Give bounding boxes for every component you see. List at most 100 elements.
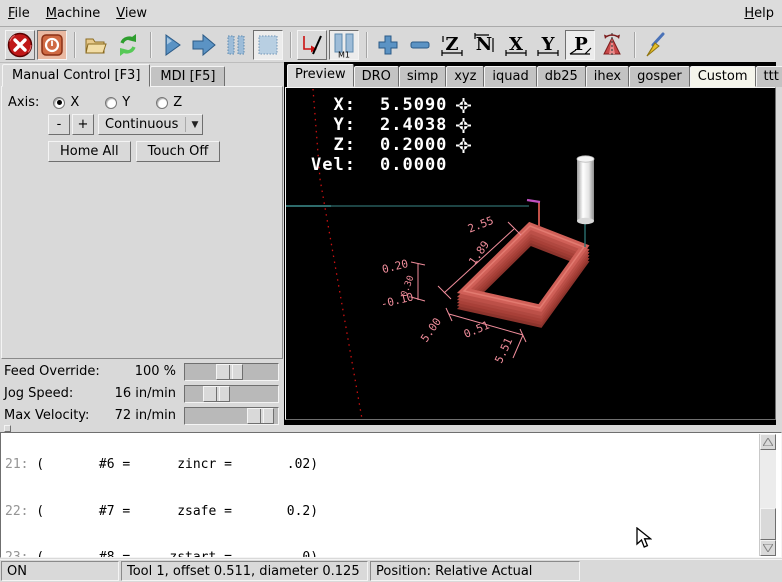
gcode-listing[interactable]: 21: ( #6 = zincr = .02) 22: ( #7 = zsafe… (0, 432, 782, 558)
view-z-rotated-icon: N (471, 32, 497, 58)
skip-lines-button[interactable] (297, 30, 327, 60)
tab-simp[interactable]: simp (399, 66, 446, 87)
tab-gosper[interactable]: gosper (629, 66, 690, 87)
svg-text:5.51: 5.51 (492, 336, 515, 366)
view-z-button[interactable]: Z (437, 30, 467, 60)
tab-db25[interactable]: db25 (537, 66, 586, 87)
menu-help[interactable]: Help (736, 3, 782, 24)
dro-vel-line: Vel: 0.0000 (300, 155, 471, 175)
axis-radio-z[interactable]: Z (156, 95, 182, 110)
preview-panel: Preview DRO simp xyz iquad db25 ihex gos… (284, 62, 782, 425)
zoom-in-button[interactable] (373, 30, 403, 60)
view-perspective-button[interactable]: P (565, 30, 595, 60)
axis-radio-x[interactable]: X (53, 95, 79, 110)
svg-text:0.51: 0.51 (462, 319, 491, 341)
svg-text:2.55: 2.55 (466, 214, 495, 236)
menu-machine[interactable]: Machine (38, 3, 108, 24)
gcode-line: 22: ( #7 = zsafe = 0.2) (5, 504, 475, 520)
clear-plot-button[interactable] (641, 30, 671, 60)
zoom-out-button[interactable] (405, 30, 435, 60)
toolbar-separator (150, 32, 152, 58)
stop-button[interactable] (253, 30, 283, 60)
jog-speed-slider[interactable] (184, 385, 279, 403)
feed-override-label: Feed Override: (4, 364, 109, 379)
svg-text:P: P (574, 34, 588, 55)
jog-speed-label: Jog Speed: (4, 386, 109, 401)
scroll-up-button[interactable] (760, 434, 776, 450)
dro-y-value: 2.4038 (380, 115, 447, 135)
rapid-move-line (527, 200, 540, 202)
dro-vel-value: 0.0000 (380, 155, 447, 175)
home-all-button[interactable]: Home All (48, 141, 131, 162)
toolbar-separator (290, 32, 292, 58)
position-mode-cell: Position: Relative Actual (370, 561, 580, 581)
dro-z-value: 0.2000 (380, 135, 447, 155)
svg-text:0.20: 0.20 (381, 257, 410, 276)
jog-minus-button[interactable]: - (48, 114, 70, 135)
menubar: File Machine View Help (0, 0, 782, 27)
max-velocity-slider[interactable] (184, 407, 279, 425)
reload-button[interactable] (113, 30, 143, 60)
tab-custom[interactable]: Custom (690, 66, 756, 87)
dro-y-line: Y: 2.4038 (300, 115, 471, 135)
tab-preview[interactable]: Preview (287, 64, 354, 87)
tab-manual-control[interactable]: Manual Control [F3] (2, 64, 150, 87)
open-file-button[interactable] (81, 30, 111, 60)
machine-power-button[interactable] (37, 30, 67, 60)
view-z-rotated-button[interactable]: N (469, 30, 499, 60)
radio-x-icon[interactable] (53, 97, 65, 109)
view-z-icon: Z (439, 32, 465, 58)
axis-radio-y[interactable]: Y (105, 95, 130, 110)
manual-control-panel: Manual Control [F3] MDI [F5] Axis: X Y Z… (0, 62, 285, 425)
optional-pause-button[interactable]: M1 (329, 30, 359, 60)
svg-text:N: N (476, 34, 492, 55)
stop-icon (256, 33, 280, 57)
run-button[interactable] (157, 30, 187, 60)
left-tabbar: Manual Control [F3] MDI [F5] (2, 64, 225, 87)
gcode-text: 21: ( #6 = zincr = .02) 22: ( #7 = zsafe… (5, 432, 475, 558)
dro-x-label: X: (300, 95, 356, 115)
toolbar-separator (366, 32, 368, 58)
tab-xyz[interactable]: xyz (446, 66, 484, 87)
tab-dro[interactable]: DRO (354, 66, 399, 87)
estop-button[interactable] (5, 30, 35, 60)
menu-view[interactable]: View (108, 3, 155, 24)
jog-speed-handle[interactable] (203, 386, 230, 402)
radio-y-icon[interactable] (105, 97, 117, 109)
pause-button[interactable] (221, 30, 251, 60)
pane-sash[interactable] (0, 425, 782, 432)
tab-ttt[interactable]: ttt (756, 66, 782, 87)
view-y-button[interactable]: Y (533, 30, 563, 60)
rotate-view-button[interactable] (597, 30, 627, 60)
tab-ihex[interactable]: ihex (586, 66, 629, 87)
max-velocity-handle[interactable] (247, 408, 274, 424)
jog-increment-combobox[interactable]: Continuous ▼ (98, 114, 203, 135)
scroll-down-button[interactable] (760, 540, 776, 556)
clear-plot-icon (643, 32, 669, 58)
preview-canvas[interactable]: 2.55 1.89 0.20 0.30 -0.10 5.00 0.51 5.51… (285, 87, 776, 420)
dro-x-line: X: 5.5090 (300, 95, 471, 115)
step-button[interactable] (189, 30, 219, 60)
chevron-down-icon: ▼ (185, 117, 198, 132)
radio-z-icon[interactable] (156, 97, 168, 109)
gcode-scrollbar[interactable] (759, 434, 776, 556)
feed-override-slider[interactable] (184, 363, 279, 381)
svg-text:Y: Y (541, 34, 556, 55)
feed-override-handle[interactable] (216, 364, 243, 380)
axis-label: Axis: (8, 95, 39, 110)
axis-window: { "menu": { "file": "File", "machine": "… (0, 0, 782, 582)
tab-mdi[interactable]: MDI [F5] (150, 66, 225, 87)
jog-plus-button[interactable]: + (72, 114, 94, 135)
view-y-icon: Y (535, 32, 561, 58)
menu-file[interactable]: File (0, 3, 38, 24)
dro-y-label: Y: (300, 115, 356, 135)
homed-icon (456, 138, 471, 153)
view-x-button[interactable]: X (501, 30, 531, 60)
svg-text:M1: M1 (338, 50, 350, 58)
scroll-thumb[interactable] (760, 508, 776, 540)
gcode-line: 21: ( #6 = zincr = .02) (5, 457, 475, 473)
touch-off-button[interactable]: Touch Off (136, 141, 221, 162)
tab-iquad[interactable]: iquad (484, 66, 536, 87)
sash-grip[interactable] (4, 425, 11, 432)
dro-vel-label: Vel: (300, 155, 356, 175)
